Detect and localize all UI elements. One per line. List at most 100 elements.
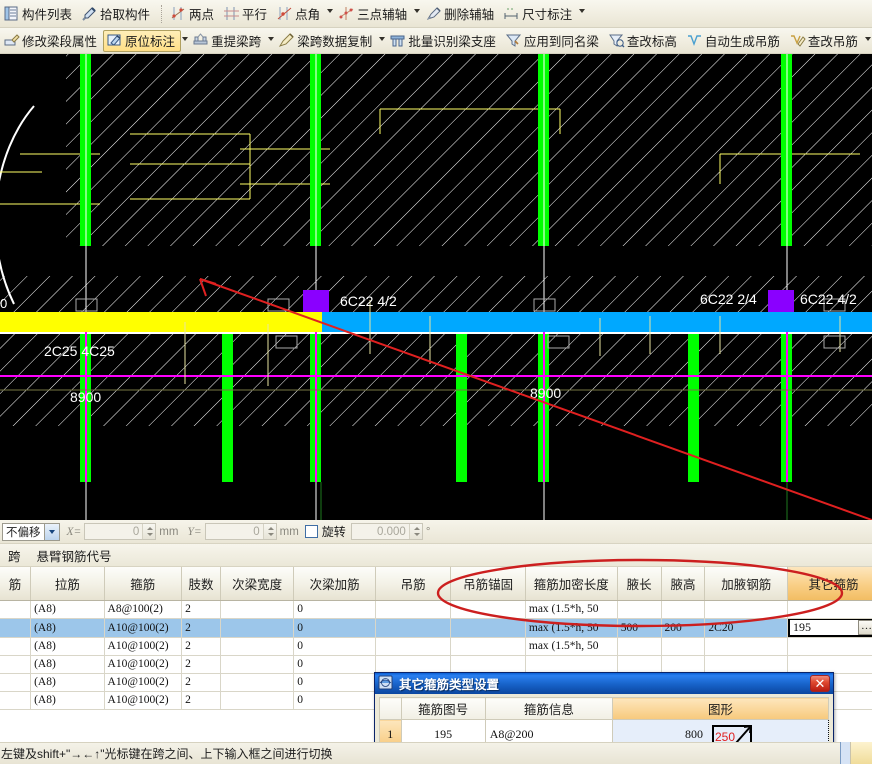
x-offset-stepper[interactable]: 0	[84, 523, 157, 540]
cell[interactable]: 200	[661, 618, 706, 638]
toolbar-item-batch-support[interactable]: 批量识别梁支座	[386, 30, 502, 52]
col-header-gu-jin[interactable]: 箍筋	[104, 567, 183, 601]
cell[interactable]: 0	[293, 691, 376, 710]
col-header-jia-ye-gang-jin[interactable]: 加腋钢筋	[704, 567, 789, 601]
close-icon[interactable]: ✕	[810, 675, 830, 692]
toolbar-item-elevation[interactable]: 查改标高	[605, 30, 683, 52]
cell[interactable]	[661, 600, 706, 619]
toolbar-item-three-point-axis[interactable]: 三点辅轴	[335, 3, 413, 25]
cell[interactable]: (A8)	[30, 691, 105, 710]
cell[interactable]	[0, 673, 32, 692]
cell[interactable]: A10@100(2)	[104, 673, 183, 692]
cell[interactable]	[704, 600, 789, 619]
rotate-stepper[interactable]: 0.000	[350, 523, 423, 540]
toolbar-item-two-point[interactable]: 两点	[167, 3, 220, 25]
tab-span[interactable]: 跨	[0, 546, 29, 565]
chevron-down-icon[interactable]	[578, 0, 587, 27]
dialog-titlebar[interactable]: 其它箍筋类型设置 ✕	[375, 673, 833, 694]
dcol-header-stirrup-info[interactable]: 箍筋信息	[484, 697, 614, 720]
cell[interactable]: 2C20	[704, 618, 789, 638]
cell[interactable]	[704, 655, 789, 674]
cell[interactable]	[0, 618, 32, 638]
cell[interactable]	[220, 673, 295, 692]
toolbar-item-edit-beam-segment[interactable]: 修改梁段属性	[0, 30, 103, 52]
chevron-down-icon[interactable]	[326, 0, 335, 27]
offset-mode-combo[interactable]: 不偏移	[2, 522, 60, 541]
stepper-arrows-icon[interactable]	[262, 524, 276, 539]
table-row[interactable]: (A8) A10@100(2) 2 0	[0, 655, 872, 674]
col-header-diao-jin-mao-gu[interactable]: 吊筋锚固	[450, 567, 526, 601]
cell[interactable]	[787, 655, 872, 674]
cell[interactable]	[220, 637, 295, 656]
cell[interactable]: (A8)	[30, 637, 105, 656]
cell[interactable]	[375, 618, 452, 638]
stepper-arrows-icon[interactable]	[142, 524, 156, 539]
cell[interactable]	[0, 655, 32, 674]
cad-drawing-canvas[interactable]: 0 2C25 4C25 8900 6C22 4/2 8900 6C22 2/4 …	[0, 54, 872, 520]
toolbar-item-respan[interactable]: 重提梁跨	[189, 30, 267, 52]
cell[interactable]: (A8)	[30, 673, 105, 692]
cell[interactable]	[617, 637, 662, 656]
cell[interactable]: A10@100(2)	[104, 637, 183, 656]
cell[interactable]: A10@100(2)	[104, 655, 183, 674]
col-header-la-jin-partial[interactable]: 筋	[0, 567, 32, 601]
cell[interactable]	[0, 637, 32, 656]
stepper-arrows-icon[interactable]	[408, 524, 422, 539]
cell[interactable]: (A8)	[30, 655, 105, 674]
cell[interactable]	[450, 655, 526, 674]
dcol-header-stirrup-number[interactable]: 箍筋图号	[400, 697, 486, 720]
cell[interactable]: 2	[181, 637, 221, 656]
cell[interactable]: 0	[293, 655, 376, 674]
toolbar-item-point-angle[interactable]: 点角	[273, 3, 326, 25]
cell-other-stirrup-active[interactable]: 195 …	[787, 618, 872, 638]
cell[interactable]: A8@100(2)	[104, 600, 183, 619]
cell[interactable]	[375, 637, 452, 656]
col-header-zhi-shu[interactable]: 肢数	[181, 567, 221, 601]
cell[interactable]: (A8)	[30, 618, 105, 638]
toolbar-item-parallel[interactable]: 平行	[220, 3, 273, 25]
cell[interactable]: max (1.5*h, 50	[525, 600, 618, 619]
cell[interactable]: 0	[293, 618, 376, 638]
col-header-ci-liang-jia-jin[interactable]: 次梁加筋	[293, 567, 376, 601]
cell[interactable]	[704, 637, 789, 656]
cell[interactable]: 2	[181, 618, 221, 638]
chevron-down-icon[interactable]	[267, 28, 275, 53]
cell[interactable]: A10@100(2)	[104, 691, 183, 710]
col-header-la-jin[interactable]: 拉筋	[30, 567, 105, 601]
cell[interactable]	[617, 655, 662, 674]
col-header-ci-liang-width[interactable]: 次梁宽度	[220, 567, 295, 601]
cell[interactable]: 2	[181, 655, 221, 674]
cell[interactable]: max (1.5*h, 50	[525, 618, 618, 638]
table-row[interactable]: (A8) A10@100(2) 2 0 max (1.5*h, 50	[0, 637, 872, 656]
cell[interactable]	[220, 655, 295, 674]
cell[interactable]	[220, 691, 295, 710]
col-header-diao-jin[interactable]: 吊筋	[375, 567, 452, 601]
col-header-qi-ta-gu-jin[interactable]: 其它箍筋	[787, 567, 872, 601]
cell[interactable]	[525, 655, 618, 674]
toolbar-item-pick-component[interactable]: 拾取构件	[78, 3, 156, 25]
other-stirrup-editor[interactable]: 195 …	[788, 618, 872, 636]
chevron-down-icon[interactable]	[43, 523, 59, 540]
col-header-ye-gao[interactable]: 腋高	[661, 567, 706, 601]
cell[interactable]	[661, 637, 706, 656]
cell[interactable]	[220, 600, 295, 619]
scrollbar-vertical[interactable]	[840, 742, 850, 764]
cell[interactable]: 2	[181, 673, 221, 692]
toolbar-item-inplace-annotation[interactable]: 原位标注	[103, 29, 182, 52]
dcol-header-figure[interactable]: 图形	[612, 697, 829, 720]
cell[interactable]	[787, 600, 872, 619]
toolbar-item-edit-hanger[interactable]: 查改吊筋	[786, 30, 864, 52]
toolbar-item-apply-same-name[interactable]: 应用到同名梁	[502, 30, 605, 52]
chevron-down-icon[interactable]	[864, 28, 872, 53]
table-row[interactable]: (A8) A8@100(2) 2 0 max (1.5*h, 50	[0, 600, 872, 619]
toolbar-item-component-list[interactable]: 构件列表	[0, 3, 78, 25]
cell[interactable]	[450, 600, 526, 619]
cell[interactable]	[450, 618, 526, 638]
cell[interactable]: 0	[293, 637, 376, 656]
rotate-checkbox[interactable]	[304, 525, 318, 538]
cell[interactable]	[0, 600, 32, 619]
tab-cantilever-rebar-code[interactable]: 悬臂钢筋代号	[29, 546, 120, 565]
cell[interactable]	[375, 655, 452, 674]
chevron-down-icon[interactable]	[181, 28, 189, 53]
toolbar-item-auto-hanger[interactable]: 自动生成吊筋	[683, 30, 786, 52]
